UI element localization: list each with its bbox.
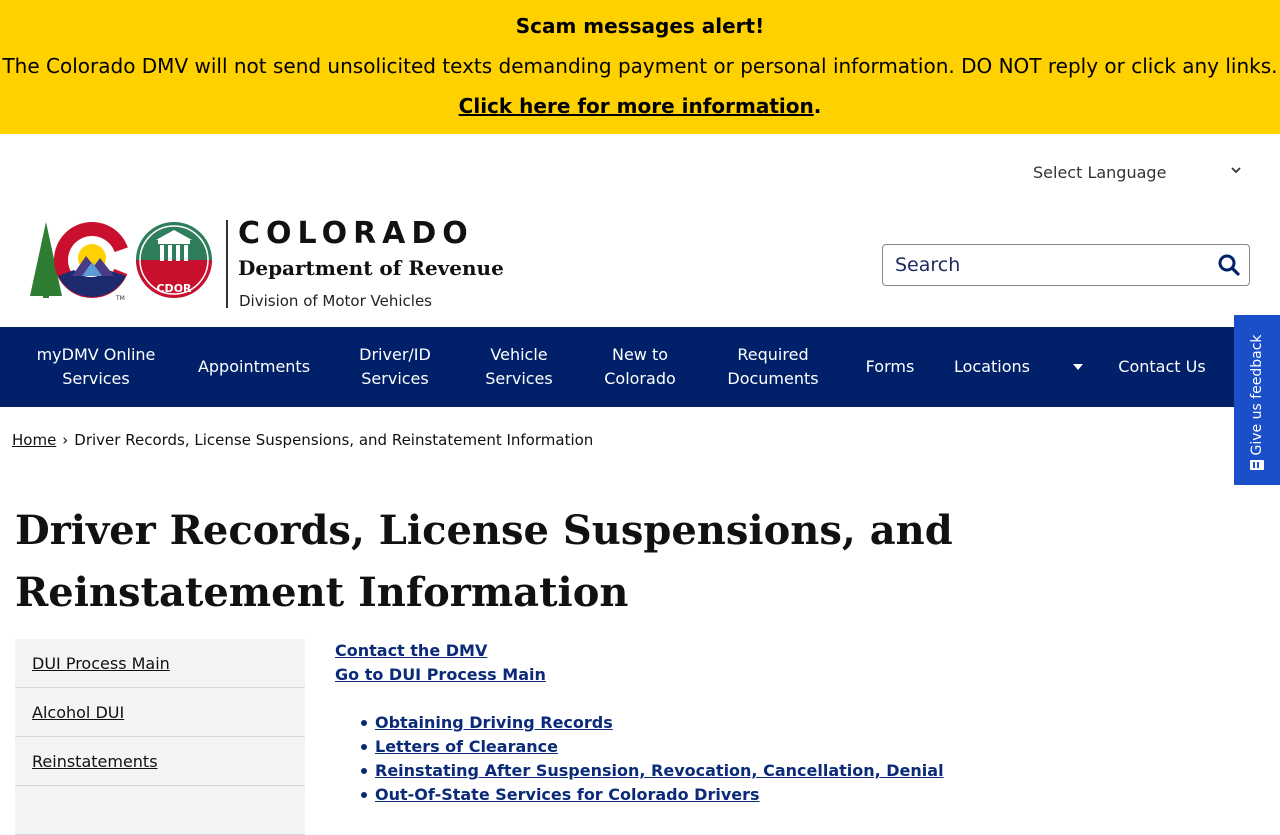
logo-department: Department of Revenue: [238, 256, 504, 280]
logo-division: Division of Motor Vehicles: [239, 292, 432, 310]
sidebar-item-label[interactable]: Reinstatements: [32, 752, 158, 771]
sidebar-item-dui-process-main[interactable]: DUI Process Main: [15, 639, 305, 688]
scam-alert-banner: Scam messages alert! The Colorado DMV wi…: [0, 0, 1280, 134]
alert-link-row: Click here for more information.: [0, 94, 1280, 118]
sidebar-menu: DUI Process Main Alcohol DUI Reinstateme…: [15, 639, 305, 835]
list-item: Obtaining Driving Records: [361, 711, 1235, 735]
sidebar-item-more[interactable]: [15, 786, 305, 835]
give-feedback-tab[interactable]: Give us feedback: [1234, 315, 1280, 485]
obtaining-driving-records-link[interactable]: Obtaining Driving Records: [375, 713, 613, 732]
nav-item-forms[interactable]: Forms: [856, 327, 924, 407]
feedback-icon: [1249, 458, 1265, 477]
language-select[interactable]: Select Language: [1020, 156, 1260, 188]
logo-cdor-badge: CDOR: [156, 282, 192, 295]
section-link-list: Obtaining Driving Records Letters of Cle…: [335, 711, 1235, 807]
reinstating-after-suspension-link[interactable]: Reinstating After Suspension, Revocation…: [375, 761, 944, 780]
nav-item-locations[interactable]: Locations: [944, 327, 1040, 407]
sidebar-item-label[interactable]: DUI Process Main: [32, 654, 170, 673]
nav-item-mydmv-online-services[interactable]: myDMV Online Services: [20, 327, 172, 407]
nav-item-required-documents[interactable]: Required Documents: [710, 327, 836, 407]
colorado-c-logo-icon: TM CDOR: [30, 222, 212, 302]
nav-item-driver-id-services[interactable]: Driver/ID Services: [340, 327, 450, 407]
alert-text: The Colorado DMV will not send unsolicit…: [2, 54, 1278, 78]
breadcrumb-current: Driver Records, License Suspensions, and…: [74, 431, 594, 449]
page-title: Driver Records, License Suspensions, and…: [15, 507, 953, 616]
contact-dmv-link[interactable]: Contact the DMV: [335, 639, 1235, 663]
sidebar-item-reinstatements[interactable]: Reinstatements: [15, 737, 305, 786]
breadcrumb-separator: ›: [62, 431, 69, 449]
breadcrumb-home-link[interactable]: Home: [12, 431, 56, 449]
chevron-down-icon: [1230, 164, 1242, 179]
nav-item-new-to-colorado[interactable]: New to Colorado: [590, 327, 690, 407]
feedback-label: Give us feedback: [1249, 334, 1265, 456]
list-item: Letters of Clearance: [361, 735, 1235, 759]
alert-link-suffix: .: [813, 94, 822, 118]
nav-item-appointments[interactable]: Appointments: [188, 327, 320, 407]
search-input[interactable]: [883, 246, 1203, 284]
nav-item-vehicle-services[interactable]: Vehicle Services: [470, 327, 568, 407]
dui-process-main-link[interactable]: Go to DUI Process Main: [335, 663, 1235, 687]
alert-title: Scam messages alert!: [515, 14, 765, 38]
list-item: Out-Of-State Services for Colorado Drive…: [361, 783, 1235, 807]
logo-state: COLORADO: [238, 216, 474, 251]
letters-of-clearance-link[interactable]: Letters of Clearance: [375, 737, 558, 756]
cdor-logo[interactable]: TM CDOR COLORADO Department of Revenue D…: [28, 216, 504, 310]
language-select-label: Select Language: [1033, 162, 1167, 182]
breadcrumb: Home › Driver Records, License Suspensions…: [12, 431, 593, 449]
caret-down-icon[interactable]: [1066, 327, 1090, 407]
out-of-state-services-link[interactable]: Out-Of-State Services for Colorado Drive…: [375, 785, 760, 804]
site-search: [882, 244, 1250, 286]
list-item: Reinstating After Suspension, Revocation…: [361, 759, 1235, 783]
logo-divider: [226, 220, 228, 308]
logo-tm: TM: [115, 295, 125, 302]
sidebar-item-alcohol-dui[interactable]: Alcohol DUI: [15, 688, 305, 737]
alert-more-info-link[interactable]: Click here for more information: [459, 94, 814, 118]
nav-item-contact-us[interactable]: Contact Us: [1114, 327, 1210, 407]
sidebar-item-label[interactable]: Alcohol DUI: [32, 703, 124, 722]
search-icon[interactable]: [1217, 253, 1241, 277]
main-content: Contact the DMV Go to DUI Process Main O…: [335, 639, 1235, 807]
main-nav: myDMV Online Services Appointments Drive…: [0, 327, 1280, 407]
